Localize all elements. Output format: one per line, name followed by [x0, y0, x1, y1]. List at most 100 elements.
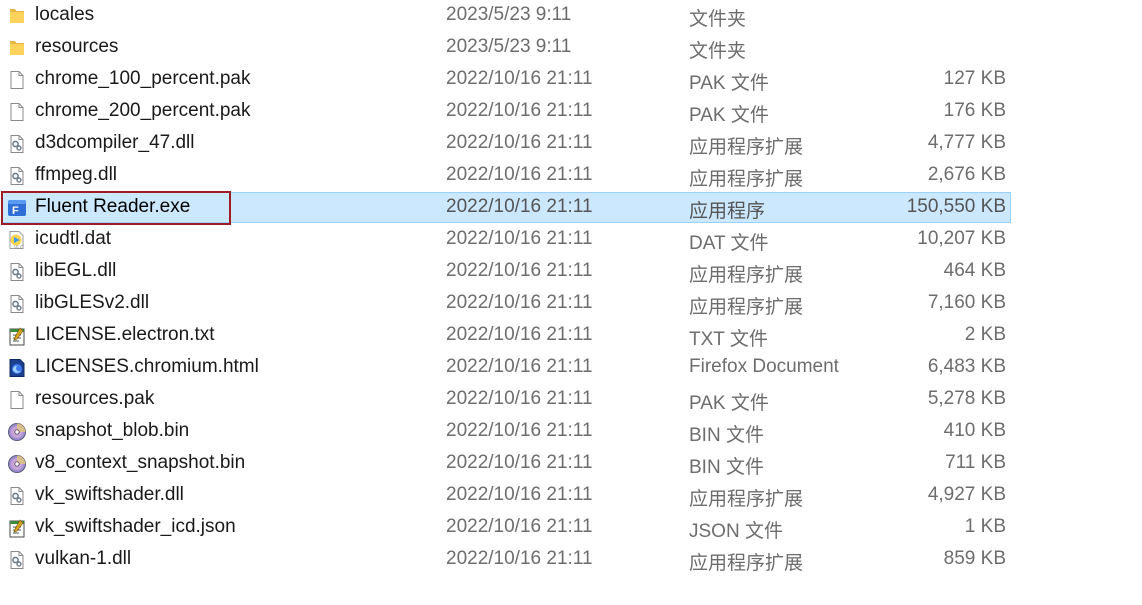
dll-file-icon — [7, 262, 27, 282]
disc-file-icon — [7, 454, 27, 474]
file-type: BIN 文件 — [689, 425, 764, 446]
dll-file-icon — [7, 134, 27, 154]
blank-file-icon — [7, 102, 27, 122]
svg-text:VLC: VLC — [14, 245, 24, 250]
file-name[interactable]: LICENSE.electron.txt — [35, 324, 215, 346]
file-type: 应用程序扩展 — [689, 297, 804, 318]
file-row[interactable]: LICENSES.chromium.html 2022/10/16 21:11 Fi… — [0, 352, 1142, 384]
file-date-modified: 2022/10/16 21:11 — [446, 516, 593, 537]
file-name[interactable]: resources — [35, 36, 118, 58]
file-type: JSON 文件 — [689, 521, 783, 542]
file-row[interactable]: d3dcompiler_47.dll 2022/10/16 21:11 应用程序扩展… — [0, 128, 1142, 160]
file-date-modified: 2022/10/16 21:11 — [446, 452, 593, 473]
file-type: 应用程序扩展 — [689, 137, 804, 158]
file-row[interactable]: chrome_100_percent.pak 2022/10/16 21:11 PA… — [0, 64, 1142, 96]
file-type: TXT 文件 — [689, 329, 768, 350]
file-size: 464 KB — [943, 260, 1006, 281]
file-row[interactable]: vulkan-1.dll 2022/10/16 21:11 应用程序扩展 859 KB — [0, 544, 1142, 576]
file-type: 应用程序 — [689, 201, 766, 222]
file-size: 1 KB — [964, 516, 1006, 537]
file-row[interactable]: LICENSE.electron.txt 2022/10/16 21:11 TXT … — [0, 320, 1142, 352]
file-row[interactable]: libEGL.dll 2022/10/16 21:11 应用程序扩展 464 KB — [0, 256, 1142, 288]
file-name[interactable]: chrome_200_percent.pak — [35, 100, 250, 122]
file-size: 150,550 KB — [906, 196, 1006, 217]
file-row[interactable]: locales 2023/5/23 9:11 文件夹 — [0, 0, 1142, 32]
file-size: 410 KB — [943, 420, 1006, 441]
file-type: 应用程序扩展 — [689, 265, 804, 286]
file-date-modified: 2023/5/23 9:11 — [446, 36, 572, 57]
file-date-modified: 2022/10/16 21:11 — [446, 420, 593, 441]
media-player-file-icon: VLC — [7, 230, 27, 251]
file-date-modified: 2022/10/16 21:11 — [446, 324, 593, 345]
file-row[interactable]: chrome_200_percent.pak 2022/10/16 21:11 PA… — [0, 96, 1142, 128]
file-name[interactable]: icudtl.dat — [35, 228, 111, 250]
file-date-modified: 2022/10/16 21:11 — [446, 164, 593, 185]
file-name[interactable]: resources.pak — [35, 388, 154, 410]
file-row[interactable]: resources 2023/5/23 9:11 文件夹 — [0, 32, 1142, 64]
folder-icon — [7, 38, 27, 58]
file-type: PAK 文件 — [689, 73, 769, 94]
file-date-modified: 2022/10/16 21:11 — [446, 260, 593, 281]
file-name[interactable]: LICENSES.chromium.html — [35, 356, 259, 378]
file-row[interactable]: resources.pak 2022/10/16 21:11 PAK 文件 5,278… — [0, 384, 1142, 416]
file-type: 应用程序扩展 — [689, 169, 804, 190]
folder-icon — [7, 6, 27, 26]
file-size: 2 KB — [964, 324, 1006, 345]
file-type: DAT 文件 — [689, 233, 769, 254]
file-size: 176 KB — [943, 100, 1006, 121]
file-date-modified: 2022/10/16 21:11 — [446, 292, 593, 313]
blank-file-icon — [7, 70, 27, 90]
file-size: 711 KB — [945, 452, 1006, 473]
file-date-modified: 2023/5/23 9:11 — [446, 4, 572, 25]
file-type: 应用程序扩展 — [689, 553, 804, 574]
file-size: 5,278 KB — [927, 388, 1006, 409]
file-name[interactable]: libGLESv2.dll — [35, 292, 149, 314]
file-row[interactable]: snapshot_blob.bin 2022/10/16 21:11 BIN 文件 4… — [0, 416, 1142, 448]
file-size: 10,207 KB — [917, 228, 1006, 249]
file-name[interactable]: vulkan-1.dll — [35, 548, 131, 570]
file-list: locales 2023/5/23 9:11 文件夹 resources 2023/5/… — [0, 0, 1142, 576]
file-name[interactable]: d3dcompiler_47.dll — [35, 132, 195, 154]
file-name[interactable]: chrome_100_percent.pak — [35, 68, 250, 90]
disc-file-icon — [7, 422, 27, 442]
file-name[interactable]: ffmpeg.dll — [35, 164, 117, 186]
file-type: BIN 文件 — [689, 457, 764, 478]
file-size: 4,777 KB — [927, 132, 1006, 153]
dll-file-icon — [7, 166, 27, 186]
file-type: Firefox Document — [689, 356, 839, 377]
file-size: 127 KB — [943, 68, 1006, 89]
file-row-selected[interactable]: F Fluent Reader.exe 2022/10/16 21:11 应用程序 15… — [0, 191, 1142, 225]
file-type: 应用程序扩展 — [689, 489, 804, 510]
file-name[interactable]: locales — [35, 4, 94, 26]
file-name[interactable]: v8_context_snapshot.bin — [35, 452, 245, 474]
firefox-document-icon — [7, 358, 27, 378]
file-type: PAK 文件 — [689, 393, 769, 414]
dll-file-icon — [7, 486, 27, 506]
notepad-file-icon — [7, 518, 27, 538]
file-size: 6,483 KB — [927, 356, 1006, 377]
file-size: 4,927 KB — [927, 484, 1006, 505]
file-date-modified: 2022/10/16 21:11 — [446, 356, 593, 377]
file-name[interactable]: snapshot_blob.bin — [35, 420, 189, 442]
file-date-modified: 2022/10/16 21:11 — [446, 484, 593, 505]
file-type: 文件夹 — [689, 41, 747, 62]
file-name[interactable]: libEGL.dll — [35, 260, 116, 282]
dll-file-icon — [7, 550, 27, 570]
file-type: 文件夹 — [689, 9, 747, 30]
file-name[interactable]: vk_swiftshader_icd.json — [35, 516, 236, 538]
file-date-modified: 2022/10/16 21:11 — [446, 388, 593, 409]
file-date-modified: 2022/10/16 21:11 — [446, 228, 593, 249]
file-date-modified: 2022/10/16 21:11 — [446, 196, 593, 217]
blank-file-icon — [7, 390, 27, 410]
file-row[interactable]: vk_swiftshader_icd.json 2022/10/16 21:11 J… — [0, 512, 1142, 544]
file-row[interactable]: ffmpeg.dll 2022/10/16 21:11 应用程序扩展 2,676 KB — [0, 160, 1142, 192]
file-date-modified: 2022/10/16 21:11 — [446, 100, 593, 121]
file-size: 2,676 KB — [927, 164, 1006, 185]
file-row[interactable]: v8_context_snapshot.bin 2022/10/16 21:11 B… — [0, 448, 1142, 480]
file-date-modified: 2022/10/16 21:11 — [446, 132, 593, 153]
file-name[interactable]: vk_swiftshader.dll — [35, 484, 184, 506]
file-row[interactable]: vk_swiftshader.dll 2022/10/16 21:11 应用程序扩展… — [0, 480, 1142, 512]
file-row[interactable]: libGLESv2.dll 2022/10/16 21:11 应用程序扩展 7,160… — [0, 288, 1142, 320]
file-date-modified: 2022/10/16 21:11 — [446, 548, 593, 569]
file-row[interactable]: VLC icudtl.dat 2022/10/16 21:11 DAT 文件 10,20… — [0, 224, 1142, 256]
